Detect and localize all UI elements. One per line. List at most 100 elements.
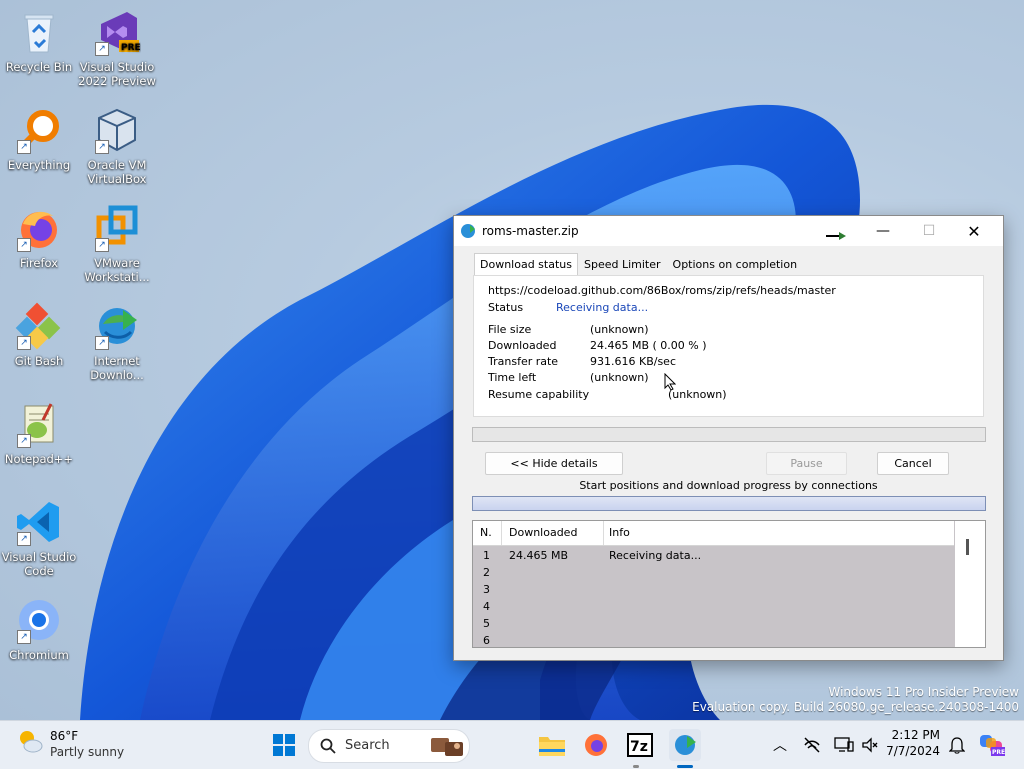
vscode-icon: ↗ <box>15 498 63 546</box>
resume-capability-label: Resume capability <box>488 388 590 401</box>
row-number: 4 <box>483 600 490 613</box>
download-status-panel: https://codeload.github.com/86Box/roms/z… <box>473 275 984 417</box>
download-progress-bar <box>472 427 986 442</box>
hide-details-button[interactable]: << Hide details <box>485 452 623 475</box>
tab-download-status[interactable]: Download status <box>474 253 578 275</box>
taskbar-search[interactable]: Search <box>308 729 470 763</box>
connections-progress-bar <box>472 496 986 511</box>
transfer-rate-value: 931.616 KB/sec <box>590 355 676 368</box>
download-window[interactable]: roms-master.zip — ☐ ✕ Download status Sp… <box>453 215 1004 661</box>
shortcut-arrow-icon: ↗ <box>17 630 31 644</box>
svg-text:PRE: PRE <box>121 43 141 53</box>
search-highlight-icon <box>431 738 463 756</box>
firefox-icon: ↗ <box>15 204 63 252</box>
7zip-icon: 7z <box>627 733 653 757</box>
cancel-button[interactable]: Cancel <box>877 452 949 475</box>
idm-icon <box>675 735 696 755</box>
idm-icon: ↗ <box>93 302 141 350</box>
clock-date: 7/7/2024 <box>886 744 940 758</box>
vmware-icon: ↗ <box>93 204 141 252</box>
row-downloaded: 24.465 MB <box>509 549 569 562</box>
show-hidden-icons-button[interactable]: ︿ <box>764 729 796 761</box>
download-url: https://codeload.github.com/86Box/roms/z… <box>488 284 836 297</box>
row-number: 6 <box>483 634 490 647</box>
close-button[interactable]: ✕ <box>951 216 997 246</box>
tab-bar: Download status Speed Limiter Options on… <box>474 253 803 275</box>
desktop-icon-vscode[interactable]: ↗ Visual Studio Code <box>0 498 78 578</box>
desktop-icon-label: Oracle VM VirtualBox <box>87 158 147 186</box>
downloaded-value: 24.465 MB ( 0.00 % ) <box>590 339 707 352</box>
scrollbar-thumb[interactable] <box>966 539 969 555</box>
desktop-icon-visual-studio-2022[interactable]: PRE ↗ Visual Studio 2022 Preview <box>78 8 156 88</box>
notepad-plus-plus-icon: ↗ <box>15 400 63 448</box>
connections-table[interactable]: N. Downloaded Info 1 24.465 MB Receiving… <box>472 520 986 648</box>
desktop-icon-virtualbox[interactable]: ↗ Oracle VM VirtualBox <box>78 106 156 186</box>
desktop-icon-firefox[interactable]: ↗ Firefox <box>0 204 78 270</box>
shortcut-arrow-icon: ↗ <box>95 238 109 252</box>
desktop-icon-internet-download-manager[interactable]: ↗ Internet Downlo... <box>78 302 156 382</box>
notifications-button[interactable] <box>941 729 973 761</box>
weather-condition: Partly sunny <box>50 745 125 759</box>
windows-start-icon <box>273 734 295 756</box>
taskbar: 86°F Partly sunny Search 7z ︿ 2:12 PM 7/… <box>0 720 1024 769</box>
virtualbox-icon: ↗ <box>93 106 141 154</box>
time-left-value: (unknown) <box>590 371 649 384</box>
tab-options-on-completion[interactable]: Options on completion <box>667 253 804 275</box>
svg-text:7z: 7z <box>630 739 648 755</box>
desktop-icon-recycle-bin[interactable]: Recycle Bin <box>0 8 78 74</box>
taskbar-file-explorer[interactable] <box>536 729 568 761</box>
desktop-icon-notepad-plus-plus[interactable]: ↗ Notepad++ <box>0 400 78 466</box>
pause-button[interactable]: Pause <box>766 452 847 475</box>
window-titlebar[interactable]: roms-master.zip — ☐ ✕ <box>454 216 1003 246</box>
taskbar-firefox[interactable] <box>580 729 612 761</box>
file-explorer-icon <box>539 737 565 756</box>
desktop-icon-chromium[interactable]: ↗ Chromium <box>0 596 78 662</box>
partly-sunny-icon <box>20 731 43 753</box>
desktop-icon-label: Recycle Bin <box>5 60 73 74</box>
chevron-up-icon: ︿ <box>773 738 787 754</box>
desktop-icon-label: Chromium <box>9 648 69 662</box>
column-header-info[interactable]: Info <box>609 526 630 539</box>
minimize-button[interactable]: — <box>860 216 906 246</box>
watermark-line-1: Windows 11 Pro Insider Preview <box>828 685 1019 699</box>
desktop-icon-git-bash[interactable]: ↗ Git Bash <box>0 302 78 368</box>
row-number: 3 <box>483 583 490 596</box>
taskbar-idm[interactable] <box>669 729 701 761</box>
table-scrollbar[interactable] <box>955 521 985 647</box>
mouse-cursor-icon <box>664 373 676 391</box>
downloaded-label: Downloaded <box>488 339 557 352</box>
watermark-line-2: Evaluation copy. Build 26080.ge_release.… <box>692 700 1019 714</box>
shortcut-arrow-icon: ↗ <box>17 336 31 350</box>
connections-caption: Start positions and download progress by… <box>579 479 878 492</box>
status-value: Receiving data... <box>556 301 649 314</box>
shortcut-arrow-icon: ↗ <box>17 532 31 546</box>
volume-icon <box>862 737 878 753</box>
maximize-button[interactable]: ☐ <box>906 216 952 246</box>
clock-time: 2:12 PM <box>891 728 940 742</box>
visual-studio-icon: PRE ↗ <box>93 8 141 56</box>
recycle-bin-icon <box>15 8 63 56</box>
shortcut-arrow-icon: ↗ <box>17 434 31 448</box>
shortcut-arrow-icon: ↗ <box>17 140 31 154</box>
resume-capability-value: (unknown) <box>668 388 727 401</box>
network-icon <box>804 737 820 753</box>
shortcut-arrow-icon: ↗ <box>95 140 109 154</box>
copilot-icon: PRE <box>980 735 1005 756</box>
column-header-downloaded[interactable]: Downloaded <box>509 526 577 539</box>
weather-widget[interactable]: 86°F Partly sunny <box>16 727 124 759</box>
tab-speed-limiter[interactable]: Speed Limiter <box>578 253 667 275</box>
firefox-icon <box>585 734 607 756</box>
shortcut-arrow-icon: ↗ <box>95 336 109 350</box>
copilot-button[interactable]: PRE <box>976 729 1008 761</box>
tray-network[interactable] <box>796 729 828 761</box>
taskbar-clock[interactable]: 2:12 PM 7/7/2024 <box>882 727 940 759</box>
column-header-n[interactable]: N. <box>480 526 492 539</box>
maximize-icon: ☐ <box>922 223 936 239</box>
start-button[interactable] <box>268 729 300 761</box>
row-number: 5 <box>483 617 490 630</box>
row-number: 2 <box>483 566 490 579</box>
desktop-icon-everything[interactable]: ↗ Everything <box>0 106 78 172</box>
file-size-label: File size <box>488 323 532 336</box>
desktop-icon-vmware[interactable]: ↗ VMware Workstati... <box>78 204 156 284</box>
taskbar-7zip[interactable]: 7z <box>624 729 656 761</box>
